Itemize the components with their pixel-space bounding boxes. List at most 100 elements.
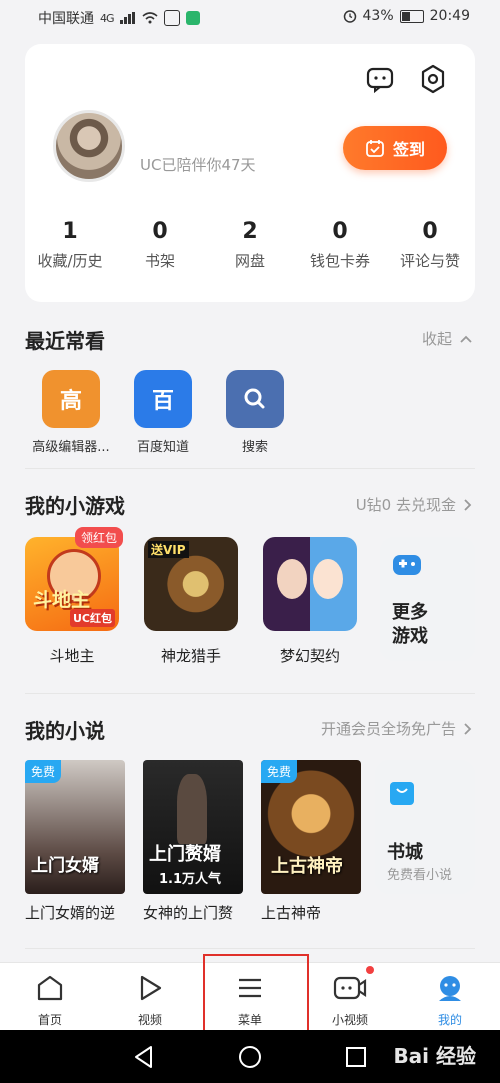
wifi-icon [142, 12, 158, 24]
companion-days-text: UC已陪伴你47天 [140, 156, 256, 174]
chevron-up-icon [460, 335, 472, 343]
game-label: 斗地主 [49, 647, 95, 665]
stat-value: 1 [62, 219, 78, 244]
game-item-doudizhu[interactable]: 斗地主 UC红包 领红包 斗地主 [25, 527, 124, 666]
game-item-fantasy-contract[interactable]: 梦幻契约 [263, 537, 357, 666]
tab-video[interactable]: 视频 [100, 963, 200, 1031]
shopping-bag-icon [390, 782, 414, 805]
bookstore-button[interactable]: 书城 免费看小说 [375, 760, 475, 894]
shield-app-icon [185, 11, 200, 25]
stat-label: 评论与赞 [399, 252, 460, 270]
novels-list: 免费 上门女婿 上门女婿的逆 上门赘婿 1.1万人气 女神的上门赘 免费 上古神… [25, 760, 361, 923]
game-label: 梦幻契约 [279, 647, 340, 665]
notification-app-icon [163, 10, 180, 26]
chevron-right-icon [464, 498, 472, 511]
alarm-icon [343, 10, 356, 23]
bookstore-subtitle: 免费看小说 [387, 868, 453, 883]
stat-label: 书架 [144, 252, 175, 270]
games-list: 斗地主 UC红包 领红包 斗地主 送VIP 神龙猎手 梦幻契约 [25, 527, 357, 666]
search-icon [244, 388, 265, 409]
tab-label: 视频 [137, 1013, 162, 1027]
stat-bookshelf[interactable]: 0 书架 [115, 219, 205, 271]
carrier-text: 中国联通 [38, 11, 94, 27]
tab-mine[interactable]: 我的 [400, 963, 500, 1031]
section-divider [25, 468, 475, 469]
tab-short-video[interactable]: 小视频 [300, 963, 400, 1031]
camera-icon [333, 976, 367, 1000]
tab-label: 我的 [437, 1013, 462, 1027]
back-icon[interactable] [133, 1045, 155, 1069]
settings-icon[interactable] [418, 64, 448, 94]
novel-title: 上古神帝 [261, 904, 322, 922]
status-bar: 中国联通 4G 43% 20:49 [0, 0, 500, 34]
search-app-icon [226, 370, 284, 428]
uc-redpacket-label: UC红包 [69, 609, 115, 627]
redeem-cash-link[interactable]: U钻0 去兑现金 [356, 494, 472, 515]
vip-no-ads-label: 开通会员全场免广告 [320, 720, 456, 738]
more-games-button[interactable]: 更多游戏 [380, 537, 475, 661]
stat-wallet-coupons[interactable]: 0 钱包卡券 [295, 219, 385, 271]
recents-icon[interactable] [345, 1046, 367, 1068]
character-face-icon [313, 559, 343, 599]
signal-icon [119, 12, 135, 24]
profile-card: UC已陪伴你47天 签到 1 收藏/历史 0 书架 2 网盘 0 钱包卡券 0 评论与赞 [25, 44, 475, 302]
character-face-icon [277, 559, 307, 599]
profile-icon [439, 976, 461, 1001]
tab-label: 小视频 [331, 1013, 368, 1027]
section-divider [25, 948, 475, 949]
cover-art-text: 上门女婿 [31, 856, 99, 876]
stat-value: 0 [422, 219, 438, 244]
free-tag: 免费 [25, 760, 62, 783]
stat-favorites-history[interactable]: 1 收藏/历史 [25, 219, 115, 271]
novel-title: 女神的上门赘 [143, 904, 234, 922]
vip-no-ads-link[interactable]: 开通会员全场免广告 [321, 718, 472, 739]
doudizhu-cover: 斗地主 UC红包 [25, 537, 119, 631]
message-icon[interactable] [365, 64, 395, 94]
recent-item-label: 搜索 [241, 440, 268, 455]
novel-item[interactable]: 免费 上门女婿 上门女婿的逆 [25, 760, 125, 923]
avatar[interactable] [53, 110, 125, 182]
cover-art-text: 上古神帝 [271, 856, 343, 877]
checkin-button[interactable]: 签到 [343, 126, 447, 170]
tab-home[interactable]: 首页 [0, 963, 100, 1031]
calendar-check-icon [366, 140, 384, 157]
collapse-label: 收起 [421, 330, 452, 348]
recent-item-label: 百度知道 [136, 440, 189, 455]
recent-item-baidu-zhidao[interactable]: 百 百度知道 [117, 370, 209, 455]
bookstore-label: 书城 [387, 842, 423, 863]
figure-silhouette [177, 774, 207, 844]
novel-item[interactable]: 免费 上古神帝 上古神帝 [261, 760, 361, 923]
cover-art-text: 上门赘婿 [149, 844, 221, 865]
stat-label: 钱包卡券 [309, 252, 370, 270]
doudizhu-art-text: 斗地主 [33, 589, 91, 611]
chevron-right-icon [464, 722, 472, 735]
tab-label: 首页 [37, 1013, 62, 1027]
highlight-box [203, 954, 309, 1036]
novel-title: 上门女婿的逆 [25, 904, 116, 922]
recent-item-search[interactable]: 搜索 [209, 370, 301, 455]
recent-list: 高 高级编辑器... 百 百度知道 搜索 [25, 370, 301, 455]
novels-section-title: 我的小说 [25, 719, 105, 743]
novel-item[interactable]: 上门赘婿 1.1万人气 女神的上门赘 [143, 760, 243, 923]
stat-comments-likes[interactable]: 0 评论与赞 [385, 219, 475, 271]
stat-value: 0 [332, 219, 348, 244]
stat-cloud-drive[interactable]: 2 网盘 [205, 219, 295, 271]
gamepad-icon [393, 555, 421, 575]
recent-item-editor[interactable]: 高 高级编辑器... [25, 370, 117, 455]
game-label: 神龙猎手 [160, 647, 221, 665]
play-icon [140, 975, 162, 1001]
game-item-dragon-hunter[interactable]: 送VIP 神龙猎手 [144, 537, 238, 666]
redeem-cash-label: U钻0 去兑现金 [355, 496, 456, 514]
free-tag: 免费 [261, 760, 298, 783]
stat-value: 2 [242, 219, 258, 244]
novel-cover: 免费 上古神帝 [261, 760, 361, 894]
battery-percent: 43% [362, 8, 394, 24]
home-nav-icon[interactable] [238, 1045, 262, 1069]
notification-dot [366, 966, 374, 974]
collapse-button[interactable]: 收起 [422, 328, 472, 349]
checkin-label: 签到 [392, 140, 425, 159]
clock: 20:49 [429, 8, 470, 24]
baidu-watermark: Bai 经验 [393, 1044, 476, 1068]
baidu-zhidao-app-icon: 百 [134, 370, 192, 428]
stats-row: 1 收藏/历史 0 书架 2 网盘 0 钱包卡券 0 评论与赞 [25, 219, 475, 271]
